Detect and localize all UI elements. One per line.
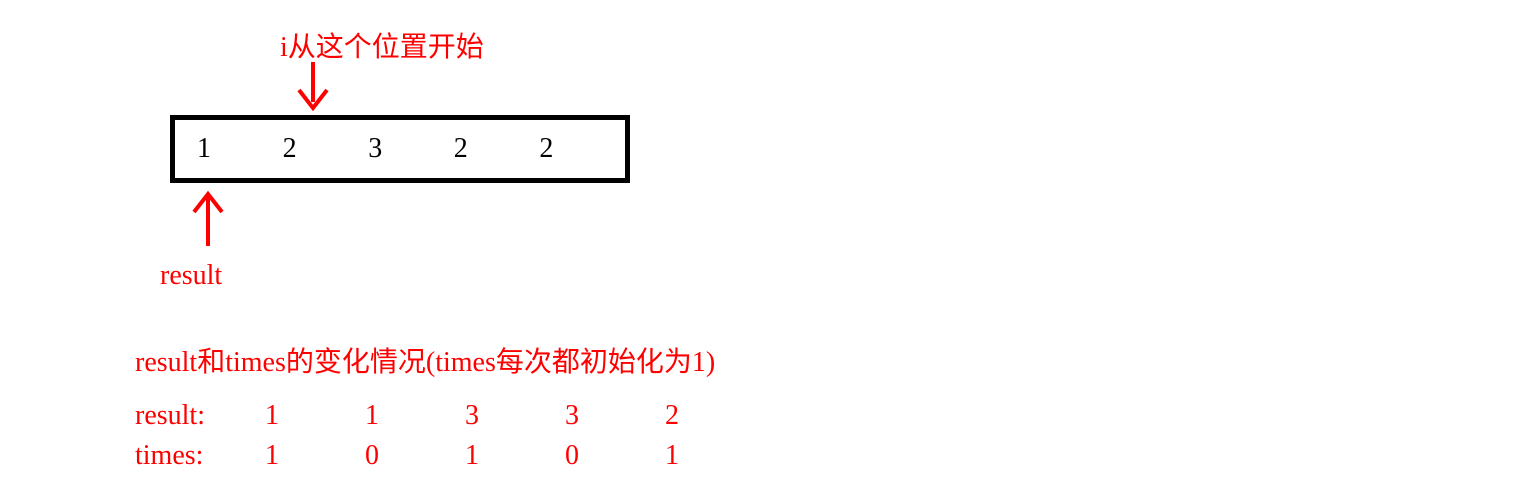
- trace-times-label: times:: [135, 440, 265, 472]
- trace-subtitle: result和times的变化情况(times每次都初始化为1): [135, 340, 715, 380]
- i-start-label: i从这个位置开始: [280, 25, 484, 65]
- arrow-up-icon: [188, 190, 228, 257]
- trace-result-value: 1: [365, 400, 465, 432]
- array-cell: 2: [283, 133, 369, 165]
- trace-times-value: 0: [565, 440, 665, 472]
- arrow-down-icon: [293, 60, 333, 122]
- trace-result-value: 3: [465, 400, 565, 432]
- array-cell: 2: [539, 133, 625, 165]
- array-cell: 2: [454, 133, 540, 165]
- result-pointer-label: result: [160, 260, 222, 292]
- trace-times-value: 1: [265, 440, 365, 472]
- trace-result-value: 3: [565, 400, 665, 432]
- diagram-canvas: i从这个位置开始 1 2 3 2 2 result result和times的变…: [0, 0, 1537, 501]
- trace-result-value: 1: [265, 400, 365, 432]
- trace-times-value: 0: [365, 440, 465, 472]
- trace-times-value: 1: [665, 440, 765, 472]
- array-cell: 1: [197, 133, 283, 165]
- array-cell: 3: [368, 133, 454, 165]
- trace-times-row: times: 1 0 1 0 1: [135, 440, 765, 472]
- trace-result-label: result:: [135, 400, 265, 432]
- trace-times-value: 1: [465, 440, 565, 472]
- trace-result-row: result: 1 1 3 3 2: [135, 400, 765, 432]
- array-row: 1 2 3 2 2: [175, 120, 625, 178]
- array-box: 1 2 3 2 2: [170, 115, 630, 183]
- trace-result-value: 2: [665, 400, 765, 432]
